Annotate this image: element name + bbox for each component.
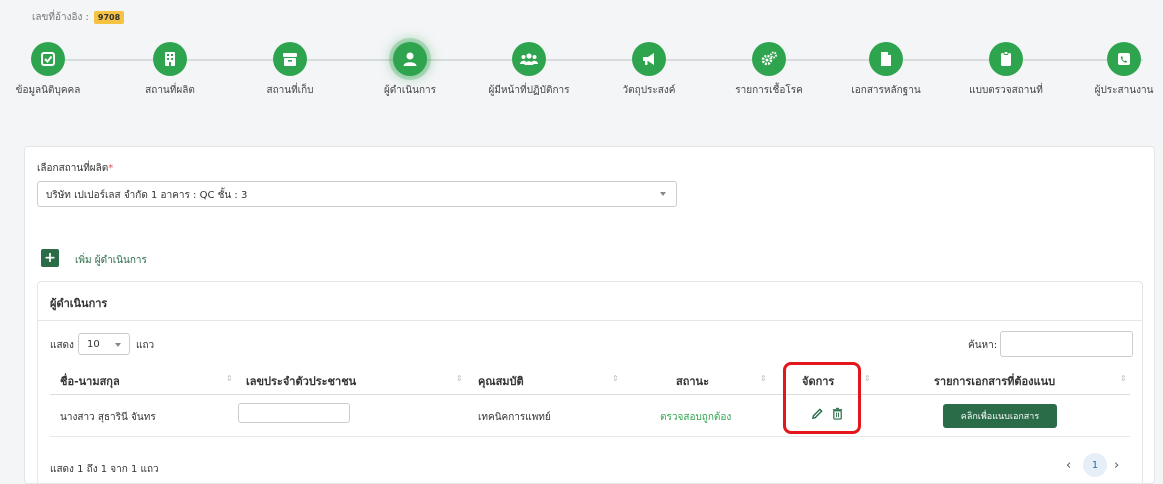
column-header-id-card[interactable]: เลขประจำตัวประชาชน — [246, 372, 356, 390]
step-label: ผู้ดำเนินการ — [383, 85, 437, 96]
building-icon — [153, 42, 187, 76]
site-select[interactable]: บริษัท เปเปอร์เลส จำกัด 1 อาคาร : QC ชั้… — [37, 181, 677, 207]
panel-title: ผู้ดำเนินการ — [50, 297, 108, 310]
length-unit: แถว — [136, 340, 155, 351]
step-label: สถานที่เก็บ — [266, 85, 314, 96]
trash-icon[interactable] — [830, 406, 844, 420]
length-select-value: 10 — [87, 339, 100, 350]
id-card-input[interactable] — [238, 403, 350, 423]
step-label: ผู้ประสานงาน — [1094, 85, 1154, 96]
step-evidence-docs[interactable]: เอกสารหลักฐาน — [826, 40, 946, 98]
reference-number: เลขที่อ้างอิง : 9708 — [32, 10, 125, 25]
step-label: วัตถุประสงค์ — [622, 85, 676, 96]
table-info: แสดง 1 ถึง 1 จาก 1 แถว — [50, 464, 159, 475]
operator-panel: ผู้ดำเนินการ แสดง 10 แถว ค้นหา: ชื่อ-นาม… — [37, 281, 1143, 484]
column-header-manage[interactable]: จัดการ — [802, 372, 834, 390]
chevron-down-icon — [660, 192, 666, 196]
attach-document-button[interactable]: คลิกเพื่อแนบเอกสาร — [943, 404, 1057, 428]
cell-name: นางสาว สุธารินี จันทร — [60, 412, 156, 423]
cell-status: ตรวจสอบถูกต้อง — [660, 412, 732, 423]
cogs-icon — [752, 42, 786, 76]
reference-label: เลขที่อ้างอิง : — [32, 12, 89, 23]
pagination-prev[interactable]: ‹ — [1066, 458, 1071, 473]
sort-icon[interactable]: ⇕ — [1120, 374, 1127, 383]
site-select-label-text: เลือกสถานที่ผลิต — [37, 163, 109, 174]
length-select[interactable]: 10 — [78, 333, 130, 355]
panel-divider — [38, 320, 1142, 321]
user-icon — [393, 42, 427, 76]
sort-icon[interactable]: ⇕ — [456, 374, 463, 383]
reference-badge: 9708 — [93, 11, 125, 24]
archive-box-icon — [273, 42, 307, 76]
column-header-name[interactable]: ชื่อ-นามสกุล — [60, 372, 120, 390]
length-label: แสดง — [50, 340, 74, 351]
megaphone-icon — [632, 42, 666, 76]
step-label: สถานที่ผลิต — [145, 85, 195, 96]
step-label: ข้อมูลนิติบุคคล — [15, 85, 81, 96]
search-label: ค้นหา: — [968, 340, 998, 351]
sort-icon[interactable]: ⇕ — [226, 374, 233, 383]
phone-icon — [1107, 42, 1141, 76]
step-production-site[interactable]: สถานที่ผลิต — [110, 40, 230, 98]
chevron-down-icon — [115, 343, 121, 347]
edit-icon[interactable] — [810, 406, 824, 420]
sort-icon[interactable]: ⇕ — [864, 374, 871, 383]
step-responsible-persons[interactable]: ผู้มีหน้าที่ปฏิบัติการ — [469, 40, 589, 98]
site-select-value: บริษัท เปเปอร์เลส จำกัด 1 อาคาร : QC ชั้… — [46, 190, 248, 201]
step-label: เอกสารหลักฐาน — [851, 85, 921, 96]
add-operator-button[interactable]: + — [41, 249, 59, 267]
sort-icon[interactable]: ⇕ — [612, 374, 619, 383]
sort-icon[interactable]: ⇕ — [760, 374, 767, 383]
required-mark: * — [108, 163, 114, 174]
step-label: รายการเชื้อโรค — [735, 85, 803, 96]
step-label: แบบตรวจสถานที่ — [969, 85, 1043, 96]
step-objective[interactable]: วัตถุประสงค์ — [589, 40, 709, 98]
column-header-required-docs[interactable]: รายการเอกสารที่ต้องแนบ — [934, 372, 1055, 390]
table-row-divider — [50, 436, 1130, 437]
step-juristic-info[interactable]: ข้อมูลนิติบุคคล — [0, 40, 108, 98]
column-header-qualification[interactable]: คุณสมบัติ — [478, 372, 524, 390]
site-select-label: เลือกสถานที่ผลิต* — [37, 161, 113, 176]
step-pathogen-list[interactable]: รายการเชื้อโรค — [709, 40, 829, 98]
clipboard-icon — [989, 42, 1023, 76]
main-card: เลือกสถานที่ผลิต* บริษัท เปเปอร์เลส จำกั… — [24, 146, 1155, 484]
plus-icon: + — [44, 250, 56, 266]
file-icon — [869, 42, 903, 76]
step-site-inspection[interactable]: แบบตรวจสถานที่ — [946, 40, 1066, 98]
step-label: ผู้มีหน้าที่ปฏิบัติการ — [488, 85, 570, 96]
add-operator-link[interactable]: เพิ่ม ผู้ดำเนินการ — [75, 253, 147, 268]
pagination-next[interactable]: › — [1114, 458, 1119, 473]
step-coordinator[interactable]: ผู้ประสานงาน — [1064, 40, 1163, 98]
step-progress: ข้อมูลนิติบุคคล สถานที่ผลิต สถานที่เก็บ … — [0, 40, 1163, 100]
step-operator[interactable]: ผู้ดำเนินการ — [350, 40, 470, 98]
column-header-status[interactable]: สถานะ — [676, 372, 709, 390]
search-input[interactable] — [1000, 331, 1133, 357]
cell-qualification: เทคนิคการแพทย์ — [478, 412, 551, 423]
pagination-page-1[interactable]: 1 — [1083, 453, 1107, 477]
check-square-icon — [31, 42, 65, 76]
step-storage-site[interactable]: สถานที่เก็บ — [230, 40, 350, 98]
table-header-divider — [50, 394, 1130, 395]
users-icon — [512, 42, 546, 76]
